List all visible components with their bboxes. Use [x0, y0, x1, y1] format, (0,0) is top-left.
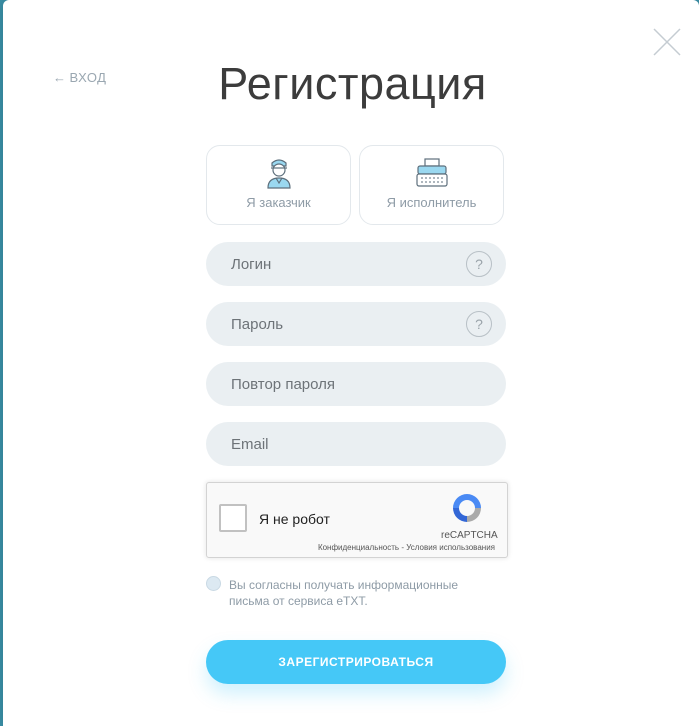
password-repeat-input[interactable]: [206, 362, 461, 406]
login-field-wrapper: ?: [206, 242, 506, 286]
role-customer-label: Я заказчик: [246, 195, 311, 210]
recaptcha-logo-icon: [453, 494, 481, 522]
email-field-wrapper: [206, 422, 506, 466]
password-field-wrapper: ?: [206, 302, 506, 346]
login-help-icon[interactable]: ?: [466, 251, 492, 277]
role-performer-label: Я исполнитель: [386, 195, 477, 210]
page-title: Регистрация: [218, 58, 487, 109]
recaptcha-label: Я не робот: [259, 511, 330, 527]
login-input[interactable]: [206, 242, 461, 286]
recaptcha-checkbox[interactable]: [219, 504, 247, 532]
customer-icon: [266, 159, 291, 189]
recaptcha-terms-link[interactable]: Условия использования: [406, 543, 495, 552]
role-performer-button[interactable]: Я исполнитель: [359, 145, 504, 225]
consent-checkbox[interactable]: [206, 576, 221, 591]
email-input[interactable]: [206, 422, 461, 466]
typewriter-icon: [415, 158, 448, 187]
close-icon[interactable]: [651, 26, 683, 58]
recaptcha-widget: Я не робот reCAPTCHA Конфиденциальность …: [206, 482, 508, 558]
recaptcha-links: Конфиденциальность - Условия использован…: [318, 543, 495, 552]
password-input[interactable]: [206, 302, 461, 346]
register-button[interactable]: ЗАРЕГИСТРИРОВАТЬСЯ: [206, 640, 506, 684]
consent-label: Вы согласны получать информационные пись…: [229, 578, 459, 608]
recaptcha-brand: reCAPTCHA: [441, 530, 498, 541]
recaptcha-privacy-link[interactable]: Конфиденциальность: [318, 543, 399, 552]
password-help-icon[interactable]: ?: [466, 311, 492, 337]
password-repeat-field-wrapper: [206, 362, 506, 406]
role-customer-button[interactable]: Я заказчик: [206, 145, 351, 225]
registration-modal: ← вход Регистрация Я заказчик Я исполните…: [3, 0, 699, 726]
